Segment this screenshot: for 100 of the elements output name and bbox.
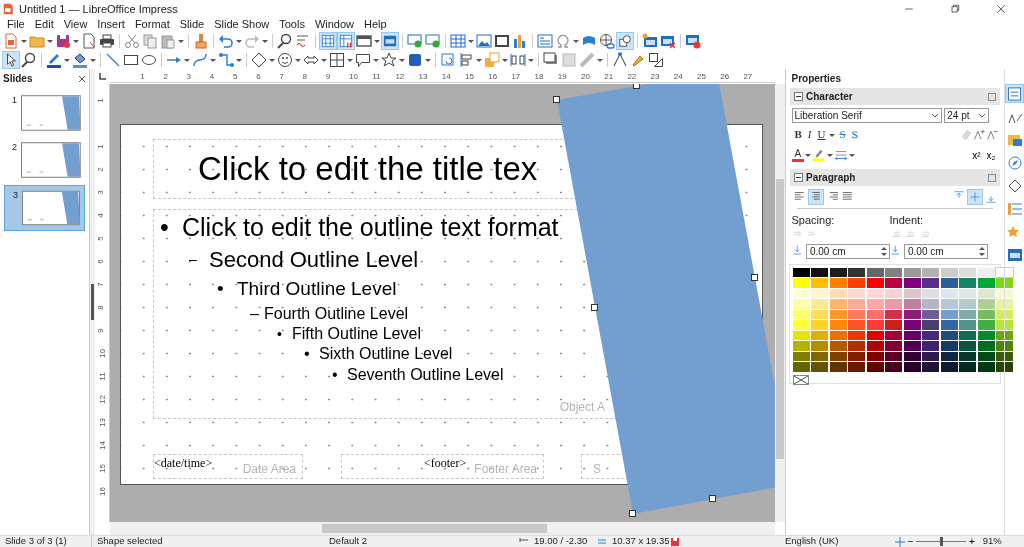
ruler-number: 7 xyxy=(95,282,105,287)
ruler-number: 15 xyxy=(97,464,107,473)
bullet: • xyxy=(160,211,170,243)
ruler-number: 4 xyxy=(209,72,215,81)
shadow-button[interactable]: S xyxy=(848,128,861,141)
strikethrough-button[interactable]: S xyxy=(836,128,849,141)
slide-thumbnail-item[interactable]: 2 xyxy=(4,138,85,182)
title-placeholder-text: Click to edit the title tex xyxy=(198,149,538,190)
bullet: • xyxy=(277,324,283,344)
superscript-button[interactable]: x² xyxy=(969,148,984,162)
menu-item[interactable]: Window xyxy=(309,18,360,31)
ruler-number: 13 xyxy=(97,418,107,427)
indent-field[interactable]: 0.00 cm xyxy=(904,243,989,259)
ruler-number: 14 xyxy=(97,441,107,450)
bullet: – xyxy=(250,303,260,324)
font-color-button[interactable]: A xyxy=(791,148,805,162)
menu-item[interactable]: Tools xyxy=(274,18,310,31)
language-status: English (UK) xyxy=(784,534,840,547)
subscript-button[interactable]: x₂ xyxy=(983,148,999,162)
bullet: • xyxy=(332,364,339,385)
ruler-number: 2 xyxy=(163,72,168,81)
spacing-field[interactable]: 0.00 cm xyxy=(806,243,890,259)
menu-item[interactable]: View xyxy=(58,18,93,31)
ruler-number: 5 xyxy=(233,72,238,81)
bullet: – xyxy=(189,250,198,269)
outline-text: Sixth Outline Level xyxy=(319,344,453,364)
panel-title: Paragraph xyxy=(806,171,857,186)
size-readout: 10.37 x 19.35 xyxy=(611,534,670,547)
font-name-field[interactable]: Liberation Serif xyxy=(791,107,942,123)
bold-button[interactable]: B xyxy=(791,128,805,141)
menu-item[interactable]: Slide Show xyxy=(209,18,275,31)
ruler-number: 3 xyxy=(186,72,192,81)
outline-text: Second Outline Level xyxy=(209,246,419,274)
ruler-number: 3 xyxy=(95,190,105,195)
ruler-number: 15 xyxy=(465,72,474,81)
ruler-number: 1 xyxy=(95,98,105,103)
slide-counter: Slide 3 of 3 (1) xyxy=(0,534,92,547)
ruler-number: 22 xyxy=(627,72,637,81)
ruler-number: 4 xyxy=(95,213,105,218)
ruler-number: 12 xyxy=(97,395,107,404)
ruler-number: 8 xyxy=(95,305,105,310)
outline-text: Fifth Outline Level xyxy=(292,324,421,344)
ruler-number: 26 xyxy=(720,72,730,81)
ruler-number: 1 xyxy=(95,144,105,149)
menu-item[interactable]: Edit xyxy=(29,18,59,31)
ruler-number: 10 xyxy=(97,349,107,358)
ruler-number: 16 xyxy=(97,487,107,496)
menu-item[interactable]: Slide xyxy=(174,18,210,31)
ruler-number: 21 xyxy=(604,72,614,81)
panel-title: Slides xyxy=(3,72,33,86)
position-readout: 19.00 / -2.30 xyxy=(533,534,589,547)
menu-item[interactable]: Insert xyxy=(92,18,130,31)
ruler-number: 2 xyxy=(95,167,105,172)
placeholder-label: Footer Area xyxy=(474,461,537,478)
placeholder-label: Date Area xyxy=(242,461,296,478)
ruler-number: 17 xyxy=(511,72,521,81)
ruler-number: 6 xyxy=(256,72,261,81)
ruler-number: 1 xyxy=(140,72,145,81)
zoom-in-button[interactable]: + xyxy=(966,534,978,547)
slide-number: 3 xyxy=(13,189,19,202)
zoom-out-button[interactable]: − xyxy=(905,534,917,547)
font-size-field[interactable]: 24 pt xyxy=(944,107,990,123)
ruler-number: 5 xyxy=(95,236,105,241)
ruler-number: 19 xyxy=(557,72,567,81)
ruler-number: 23 xyxy=(650,72,660,81)
bullet: • xyxy=(304,344,311,364)
date-field: <date/time> xyxy=(154,454,213,472)
slide-thumbnail-item[interactable]: 3 xyxy=(4,185,85,231)
menu-item[interactable]: File xyxy=(2,18,30,31)
master-slide-name: Default 2 xyxy=(328,534,369,547)
ruler-number: 6 xyxy=(95,259,105,264)
field-label: Indent: xyxy=(889,212,925,228)
placeholder-label: Object A xyxy=(559,399,605,416)
ruler-number: 11 xyxy=(372,72,381,81)
ruler-number: 13 xyxy=(418,72,428,81)
footer-field: <footer> xyxy=(424,454,467,472)
placeholder-label: S xyxy=(593,461,601,478)
menu-item[interactable]: Help xyxy=(359,18,392,31)
sidebar-title: Properties xyxy=(790,72,842,86)
menu-item[interactable]: Format xyxy=(129,18,175,31)
underline-button[interactable]: U xyxy=(814,128,829,141)
ruler-number: 27 xyxy=(743,72,753,81)
ruler-number: 11 xyxy=(97,372,107,381)
zoom-level: 91% xyxy=(981,534,1003,547)
ruler-number: 24 xyxy=(673,72,683,81)
ruler-number: 10 xyxy=(349,72,358,81)
ruler-number: 18 xyxy=(534,72,544,81)
slide-number: 1 xyxy=(12,94,18,107)
italic-button[interactable]: I xyxy=(804,128,815,141)
ruler-number: 25 xyxy=(697,72,706,81)
ruler-number: 20 xyxy=(581,72,590,81)
ruler-number: 8 xyxy=(302,72,308,81)
slide-thumbnail-item[interactable]: 1 xyxy=(4,91,85,135)
ruler-number: 9 xyxy=(95,328,105,333)
ruler-number: 16 xyxy=(488,72,498,81)
outline-text: Third Outline Level xyxy=(237,276,397,301)
outline-text: Seventh Outline Level xyxy=(347,364,504,385)
ruler-number: 9 xyxy=(325,72,331,81)
bullet: • xyxy=(217,276,225,301)
ruler-number: 7 xyxy=(279,72,284,81)
